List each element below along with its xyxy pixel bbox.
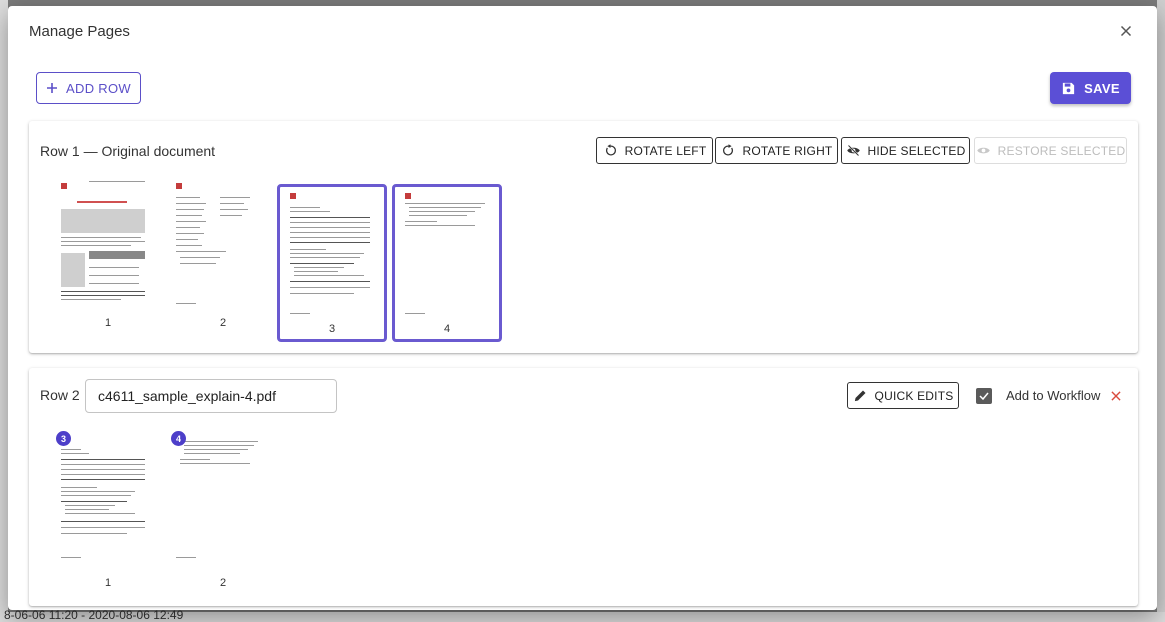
row-1-title: Row 1 — Original document	[40, 143, 216, 159]
row-2-card: Row 2 QUICK EDITS Add to Workflow 3	[29, 368, 1138, 606]
floppy-disk-icon	[1063, 82, 1075, 94]
page-preview	[286, 189, 376, 317]
source-page-badge: 3	[56, 431, 71, 446]
row-1-page-thumbnail-selected[interactable]: 4	[392, 184, 502, 342]
quick-edits-button[interactable]: QUICK EDITS	[847, 382, 959, 409]
quick-edits-label: QUICK EDITS	[874, 388, 954, 403]
rotate-left-button[interactable]: ROTATE LEFT	[596, 137, 713, 164]
page-number: 4	[443, 323, 451, 335]
dialog-title: Manage Pages	[29, 23, 130, 40]
rotate-left-label: ROTATE LEFT	[624, 143, 707, 158]
add-to-workflow-label: Add to Workflow	[1006, 388, 1101, 403]
check-icon	[979, 392, 989, 401]
rotate-right-button[interactable]: ROTATE RIGHT	[715, 137, 838, 164]
page-number: 2	[219, 317, 227, 329]
add-row-button[interactable]: ADD ROW	[36, 72, 141, 104]
pencil-icon	[854, 390, 866, 402]
restore-selected-label: RESTORE SELECTED	[997, 143, 1126, 158]
page-number: 1	[104, 317, 112, 329]
page-preview	[59, 179, 149, 307]
page-preview	[59, 433, 149, 561]
row-2-filename-input[interactable]	[85, 379, 337, 413]
save-label: SAVE	[1084, 80, 1120, 96]
eye-icon	[976, 147, 990, 154]
restore-selected-button[interactable]: RESTORE SELECTED	[974, 137, 1127, 164]
background-page-right	[1157, 0, 1165, 622]
page-number: 3	[328, 323, 336, 335]
add-to-workflow-checkbox[interactable]	[976, 388, 992, 404]
close-red-icon[interactable]	[1109, 389, 1123, 403]
row-1-card: Row 1 — Original document ROTATE LEFT RO…	[29, 121, 1138, 353]
background-page-left	[0, 0, 8, 622]
plus-icon	[47, 83, 58, 93]
hide-selected-label: HIDE SELECTED	[867, 143, 966, 158]
page-number: 2	[219, 577, 227, 589]
eye-off-icon	[846, 144, 860, 157]
save-button[interactable]: SAVE	[1050, 72, 1131, 104]
close-icon[interactable]	[1117, 22, 1135, 40]
manage-pages-dialog: Manage Pages ADD ROW SAVE Row 1 — Origin…	[8, 6, 1157, 610]
background-footer-text: 8-06-06 11:20 - 2020-08-06 12:49	[4, 608, 184, 622]
row-2-label: Row 2	[40, 387, 80, 403]
rotate-right-icon	[722, 144, 733, 156]
page-number: 1	[104, 577, 112, 589]
row-1-page-thumbnail[interactable]: 2	[168, 177, 278, 335]
row-1-page-thumbnail[interactable]: 1	[53, 177, 163, 335]
add-row-label: ADD ROW	[66, 80, 131, 96]
row-2-page-thumbnail[interactable]: 4 2	[168, 431, 278, 589]
row-1-page-thumbnail-selected[interactable]: 3	[277, 184, 387, 342]
row-2-page-thumbnail[interactable]: 3 1	[53, 431, 163, 589]
rotate-right-label: ROTATE RIGHT	[742, 143, 833, 158]
rotate-left-icon	[605, 144, 616, 156]
source-page-badge: 4	[171, 431, 186, 446]
page-preview	[401, 189, 491, 317]
hide-selected-button[interactable]: HIDE SELECTED	[841, 137, 970, 164]
page-preview	[174, 433, 264, 561]
page-preview	[174, 179, 264, 307]
